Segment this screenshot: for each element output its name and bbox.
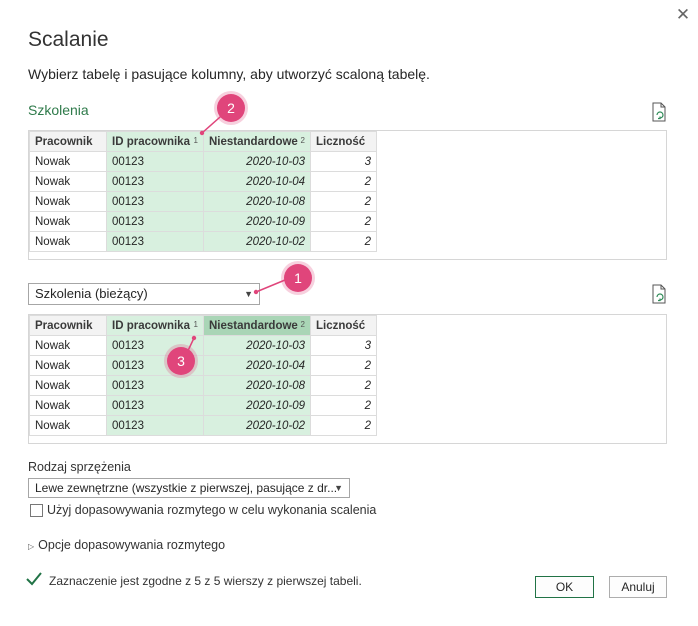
column-header-id-pracownika[interactable]: ID pracownika 1 <box>106 315 204 336</box>
callout-badge: 1 <box>284 264 312 292</box>
ok-button[interactable]: OK <box>535 576 594 598</box>
table-row: Nowak 00123 2020-10-02 2 <box>29 231 377 252</box>
table-cell: 2020-10-04 <box>203 355 311 376</box>
table-cell: 2020-10-08 <box>203 191 311 212</box>
table-row: Nowak 00123 2020-10-03 3 <box>29 151 377 172</box>
table-cell: 00123 <box>106 211 204 232</box>
fuzzy-options-label: Opcje dopasowywania rozmytego <box>38 538 226 552</box>
table-cell: 2 <box>310 375 377 396</box>
table-cell: 00123 <box>106 151 204 172</box>
chevron-right-icon: ▷ <box>28 542 35 551</box>
first-table-preview: Pracownik ID pracownika 1 Niestandardowe 2… <box>28 130 667 260</box>
dialog-title: Scalanie <box>28 28 109 51</box>
refresh-icon[interactable] <box>650 284 668 304</box>
table-cell: Nowak <box>29 211 107 232</box>
table-row: Nowak 00123 2020-10-04 2 <box>29 355 377 376</box>
callout-connectors <box>184 109 286 358</box>
table-cell: 00123 <box>106 375 204 396</box>
table-row: Nowak 00123 2020-10-09 2 <box>29 395 377 416</box>
table-cell: 2020-10-09 <box>203 395 311 416</box>
fuzzy-match-checkbox-label[interactable]: Użyj dopasowywania rozmytego w celu wyko… <box>47 503 376 517</box>
callout-badge: 3 <box>167 347 195 375</box>
fuzzy-options-expander[interactable]: ▷ Opcje dopasowywania rozmytego <box>28 538 225 552</box>
table-cell: Nowak <box>29 395 107 416</box>
column-header-id-pracownika[interactable]: ID pracownika 1 <box>106 131 204 152</box>
table-row: Nowak 00123 2020-10-03 3 <box>29 335 377 356</box>
table-cell: 00123 <box>106 395 204 416</box>
table-cell: 2 <box>310 191 377 212</box>
table-row: Nowak 00123 2020-10-09 2 <box>29 211 377 232</box>
column-header-licznosc[interactable]: Liczność <box>310 315 377 336</box>
chevron-down-icon: ▼ <box>334 483 343 493</box>
table-cell: 2 <box>310 355 377 376</box>
table-cell: 2 <box>310 415 377 436</box>
refresh-icon[interactable] <box>650 102 668 122</box>
second-table-select-value: Szkolenia (bieżący) <box>35 286 148 301</box>
table-cell: 3 <box>310 151 377 172</box>
table-cell: 2020-10-02 <box>203 415 311 436</box>
join-kind-label: Rodzaj sprzężenia <box>28 460 131 474</box>
column-header-niestandardowe[interactable]: Niestandardowe 2 <box>203 315 311 336</box>
table-cell: 2020-10-04 <box>203 171 311 192</box>
status-message: Zaznaczenie jest zgodne z 5 z 5 wierszy … <box>49 574 362 588</box>
callout-badge: 2 <box>217 94 245 122</box>
column-order-badge: 2 <box>300 136 305 145</box>
close-icon[interactable]: ✕ <box>672 4 694 26</box>
table-cell: 00123 <box>106 231 204 252</box>
first-table-label: Szkolenia <box>28 102 89 118</box>
table-cell: Nowak <box>29 375 107 396</box>
table-row: Nowak 00123 2020-10-08 2 <box>29 191 377 212</box>
first-table-grid: Pracownik ID pracownika 1 Niestandardowe 2… <box>29 131 377 252</box>
chevron-down-icon: ▼ <box>244 289 253 299</box>
table-cell: 2 <box>310 231 377 252</box>
table-cell: 2020-10-03 <box>203 151 311 172</box>
table-cell: Nowak <box>29 231 107 252</box>
table-cell: 2020-10-02 <box>203 231 311 252</box>
cancel-button[interactable]: Anuluj <box>609 576 667 598</box>
table-cell: 00123 <box>106 191 204 212</box>
table-cell: Nowak <box>29 335 107 356</box>
checkmark-icon <box>26 572 42 586</box>
table-row: Nowak 00123 2020-10-08 2 <box>29 375 377 396</box>
column-header-pracownik[interactable]: Pracownik <box>29 315 107 336</box>
column-header-pracownik[interactable]: Pracownik <box>29 131 107 152</box>
table-cell: 3 <box>310 335 377 356</box>
table-cell: 2020-10-03 <box>203 335 311 356</box>
column-header-licznosc[interactable]: Liczność <box>310 131 377 152</box>
table-cell: 2 <box>310 211 377 232</box>
second-table-preview: Pracownik ID pracownika 1 Niestandardowe 2… <box>28 314 667 444</box>
column-order-badge: 1 <box>193 320 198 329</box>
table-cell: 00123 <box>106 415 204 436</box>
table-cell: Nowak <box>29 171 107 192</box>
fuzzy-match-checkbox[interactable] <box>30 504 43 517</box>
table-cell: 2020-10-09 <box>203 211 311 232</box>
dialog-subtitle: Wybierz tabelę i pasujące kolumny, aby u… <box>28 66 430 82</box>
table-cell: 2 <box>310 171 377 192</box>
table-cell: Nowak <box>29 191 107 212</box>
table-cell: 2020-10-08 <box>203 375 311 396</box>
table-cell: Nowak <box>29 415 107 436</box>
table-cell: 00123 <box>106 171 204 192</box>
table-cell: 2 <box>310 395 377 416</box>
second-table-select[interactable]: Szkolenia (bieżący) ▼ <box>28 283 260 305</box>
column-order-badge: 2 <box>300 320 305 329</box>
join-kind-select-value: Lewe zewnętrzne (wszystkie z pierwszej, … <box>35 481 338 495</box>
second-table-grid: Pracownik ID pracownika 1 Niestandardowe 2… <box>29 315 377 436</box>
column-order-badge: 1 <box>193 136 198 145</box>
column-header-niestandardowe[interactable]: Niestandardowe 2 <box>203 131 311 152</box>
join-kind-select[interactable]: Lewe zewnętrzne (wszystkie z pierwszej, … <box>28 478 350 498</box>
table-cell: Nowak <box>29 151 107 172</box>
table-cell: Nowak <box>29 355 107 376</box>
table-row: Nowak 00123 2020-10-02 2 <box>29 415 377 436</box>
table-row: Nowak 00123 2020-10-04 2 <box>29 171 377 192</box>
